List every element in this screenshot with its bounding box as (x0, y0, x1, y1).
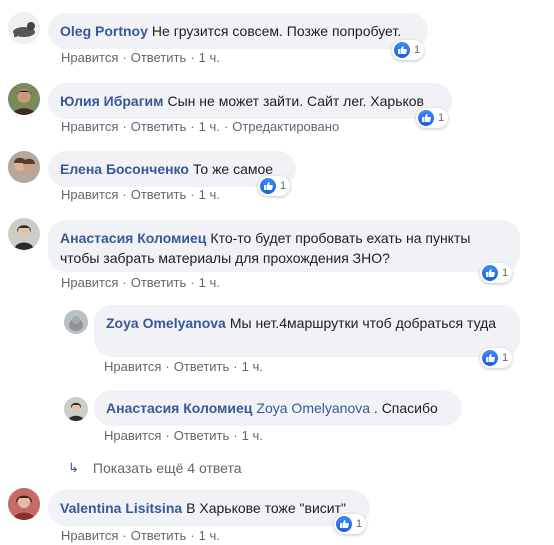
reply-link[interactable]: Ответить (174, 359, 230, 374)
comment-actions: Нравится · Ответить · 1 ч. (61, 50, 220, 65)
comment-actions: Нравится · Ответить · 1 ч. (61, 187, 220, 202)
thumbs-up-icon (482, 265, 498, 281)
avatar[interactable] (8, 488, 40, 520)
comment-text: То же самое (192, 161, 274, 177)
show-more-label: Показать ещё 4 ответа (92, 460, 242, 476)
avatar[interactable] (64, 310, 88, 334)
thumbs-up-icon (394, 42, 410, 58)
comment-bubble: Oleg Portnoy Не грузится совсем. Позже по… (48, 13, 428, 49)
comment-text: Не грузится совсем. Позже попробует. (151, 23, 402, 39)
like-count: 1 (356, 518, 363, 530)
avatar[interactable] (8, 83, 40, 115)
like-count: 1 (502, 352, 509, 364)
author-name[interactable]: Oleg Portnoy (60, 23, 148, 39)
comment-actions: Нравится · Ответить · 1 ч. (61, 528, 220, 543)
thumbs-up-icon (418, 110, 434, 126)
reaction-count[interactable]: 1 (416, 108, 449, 128)
comment-text: . Спасибо (373, 400, 438, 416)
reply-link[interactable]: Ответить (131, 275, 187, 290)
comment-bubble: Zoya Omelyanova Мы нет.4маршрутки чтоб до… (94, 305, 520, 357)
reply-link[interactable]: Ответить (131, 119, 187, 134)
like-link[interactable]: Нравится (61, 275, 118, 290)
reaction-count[interactable]: 1 (480, 348, 513, 368)
avatar[interactable] (8, 218, 40, 250)
author-name[interactable]: Zoya Omelyanova (106, 315, 226, 331)
author-name[interactable]: Анастасия Коломиец (106, 400, 252, 416)
comment-text: Мы нет.4маршрутки чтоб добраться туда (229, 315, 497, 331)
timestamp[interactable]: 1 ч. (199, 50, 220, 65)
author-name[interactable]: Valentina Lisitsina (60, 500, 182, 516)
comment-actions: Нравится · Ответить · 1 ч. (104, 359, 263, 374)
reaction-count[interactable]: 1 (258, 176, 291, 196)
like-count: 1 (414, 44, 421, 56)
like-count: 1 (280, 180, 287, 192)
edited-label[interactable]: Отредактировано (232, 119, 339, 134)
avatar[interactable] (8, 12, 40, 44)
reaction-count[interactable]: 1 (480, 263, 513, 283)
reply-link[interactable]: Ответить (131, 50, 187, 65)
reaction-count[interactable]: 1 (334, 514, 367, 534)
reply-link[interactable]: Ответить (131, 528, 187, 543)
avatar[interactable] (8, 151, 40, 183)
like-link[interactable]: Нравится (61, 119, 118, 134)
avatar[interactable] (64, 397, 88, 421)
timestamp[interactable]: 1 ч. (199, 528, 220, 543)
comment-bubble: Анастасия Коломиец Zoya Omelyanova . Спас… (94, 390, 462, 426)
comment-text: В Харькове тоже "висит" (186, 500, 346, 516)
timestamp[interactable]: 1 ч. (199, 275, 220, 290)
reply-arrow-icon: ↳ (68, 460, 79, 475)
like-link[interactable]: Нравится (61, 528, 118, 543)
comment-actions: Нравится · Ответить · 1 ч. · Отредактировано (61, 119, 340, 134)
comment-bubble: Valentina Lisitsina В Харькове тоже "виси… (48, 490, 370, 526)
comment-text: Сын не может зайти. Сайт лег. Харьков (167, 93, 425, 109)
show-more-replies[interactable]: ↳ Показать ещё 4 ответа (68, 460, 242, 476)
like-count: 1 (502, 267, 509, 279)
like-link[interactable]: Нравится (61, 50, 118, 65)
author-name[interactable]: Елена Босонченко (60, 161, 189, 177)
comment-actions: Нравится · Ответить · 1 ч. (61, 275, 220, 290)
thumbs-up-icon (482, 350, 498, 366)
timestamp[interactable]: 1 ч. (199, 119, 220, 134)
comment-bubble: Юлия Ибрагим Сын не может зайти. Сайт лег… (48, 83, 452, 119)
timestamp[interactable]: 1 ч. (199, 187, 220, 202)
like-link[interactable]: Нравится (104, 359, 161, 374)
thumbs-up-icon (336, 516, 352, 532)
like-count: 1 (438, 112, 445, 124)
author-name[interactable]: Юлия Ибрагим (60, 93, 164, 109)
like-link[interactable]: Нравится (61, 187, 118, 202)
mention-link[interactable]: Zoya Omelyanova (256, 400, 370, 416)
reply-link[interactable]: Ответить (131, 187, 187, 202)
comment-actions: Нравится · Ответить · 1 ч. (104, 428, 263, 443)
reaction-count[interactable]: 1 (392, 40, 425, 60)
thumbs-up-icon (260, 178, 276, 194)
reply-link[interactable]: Ответить (174, 428, 230, 443)
author-name[interactable]: Анастасия Коломиец (60, 230, 206, 246)
timestamp[interactable]: 1 ч. (242, 359, 263, 374)
like-link[interactable]: Нравится (104, 428, 161, 443)
comment-bubble: Анастасия Коломиец Кто-то будет пробовать… (48, 220, 520, 272)
timestamp[interactable]: 1 ч. (242, 428, 263, 443)
